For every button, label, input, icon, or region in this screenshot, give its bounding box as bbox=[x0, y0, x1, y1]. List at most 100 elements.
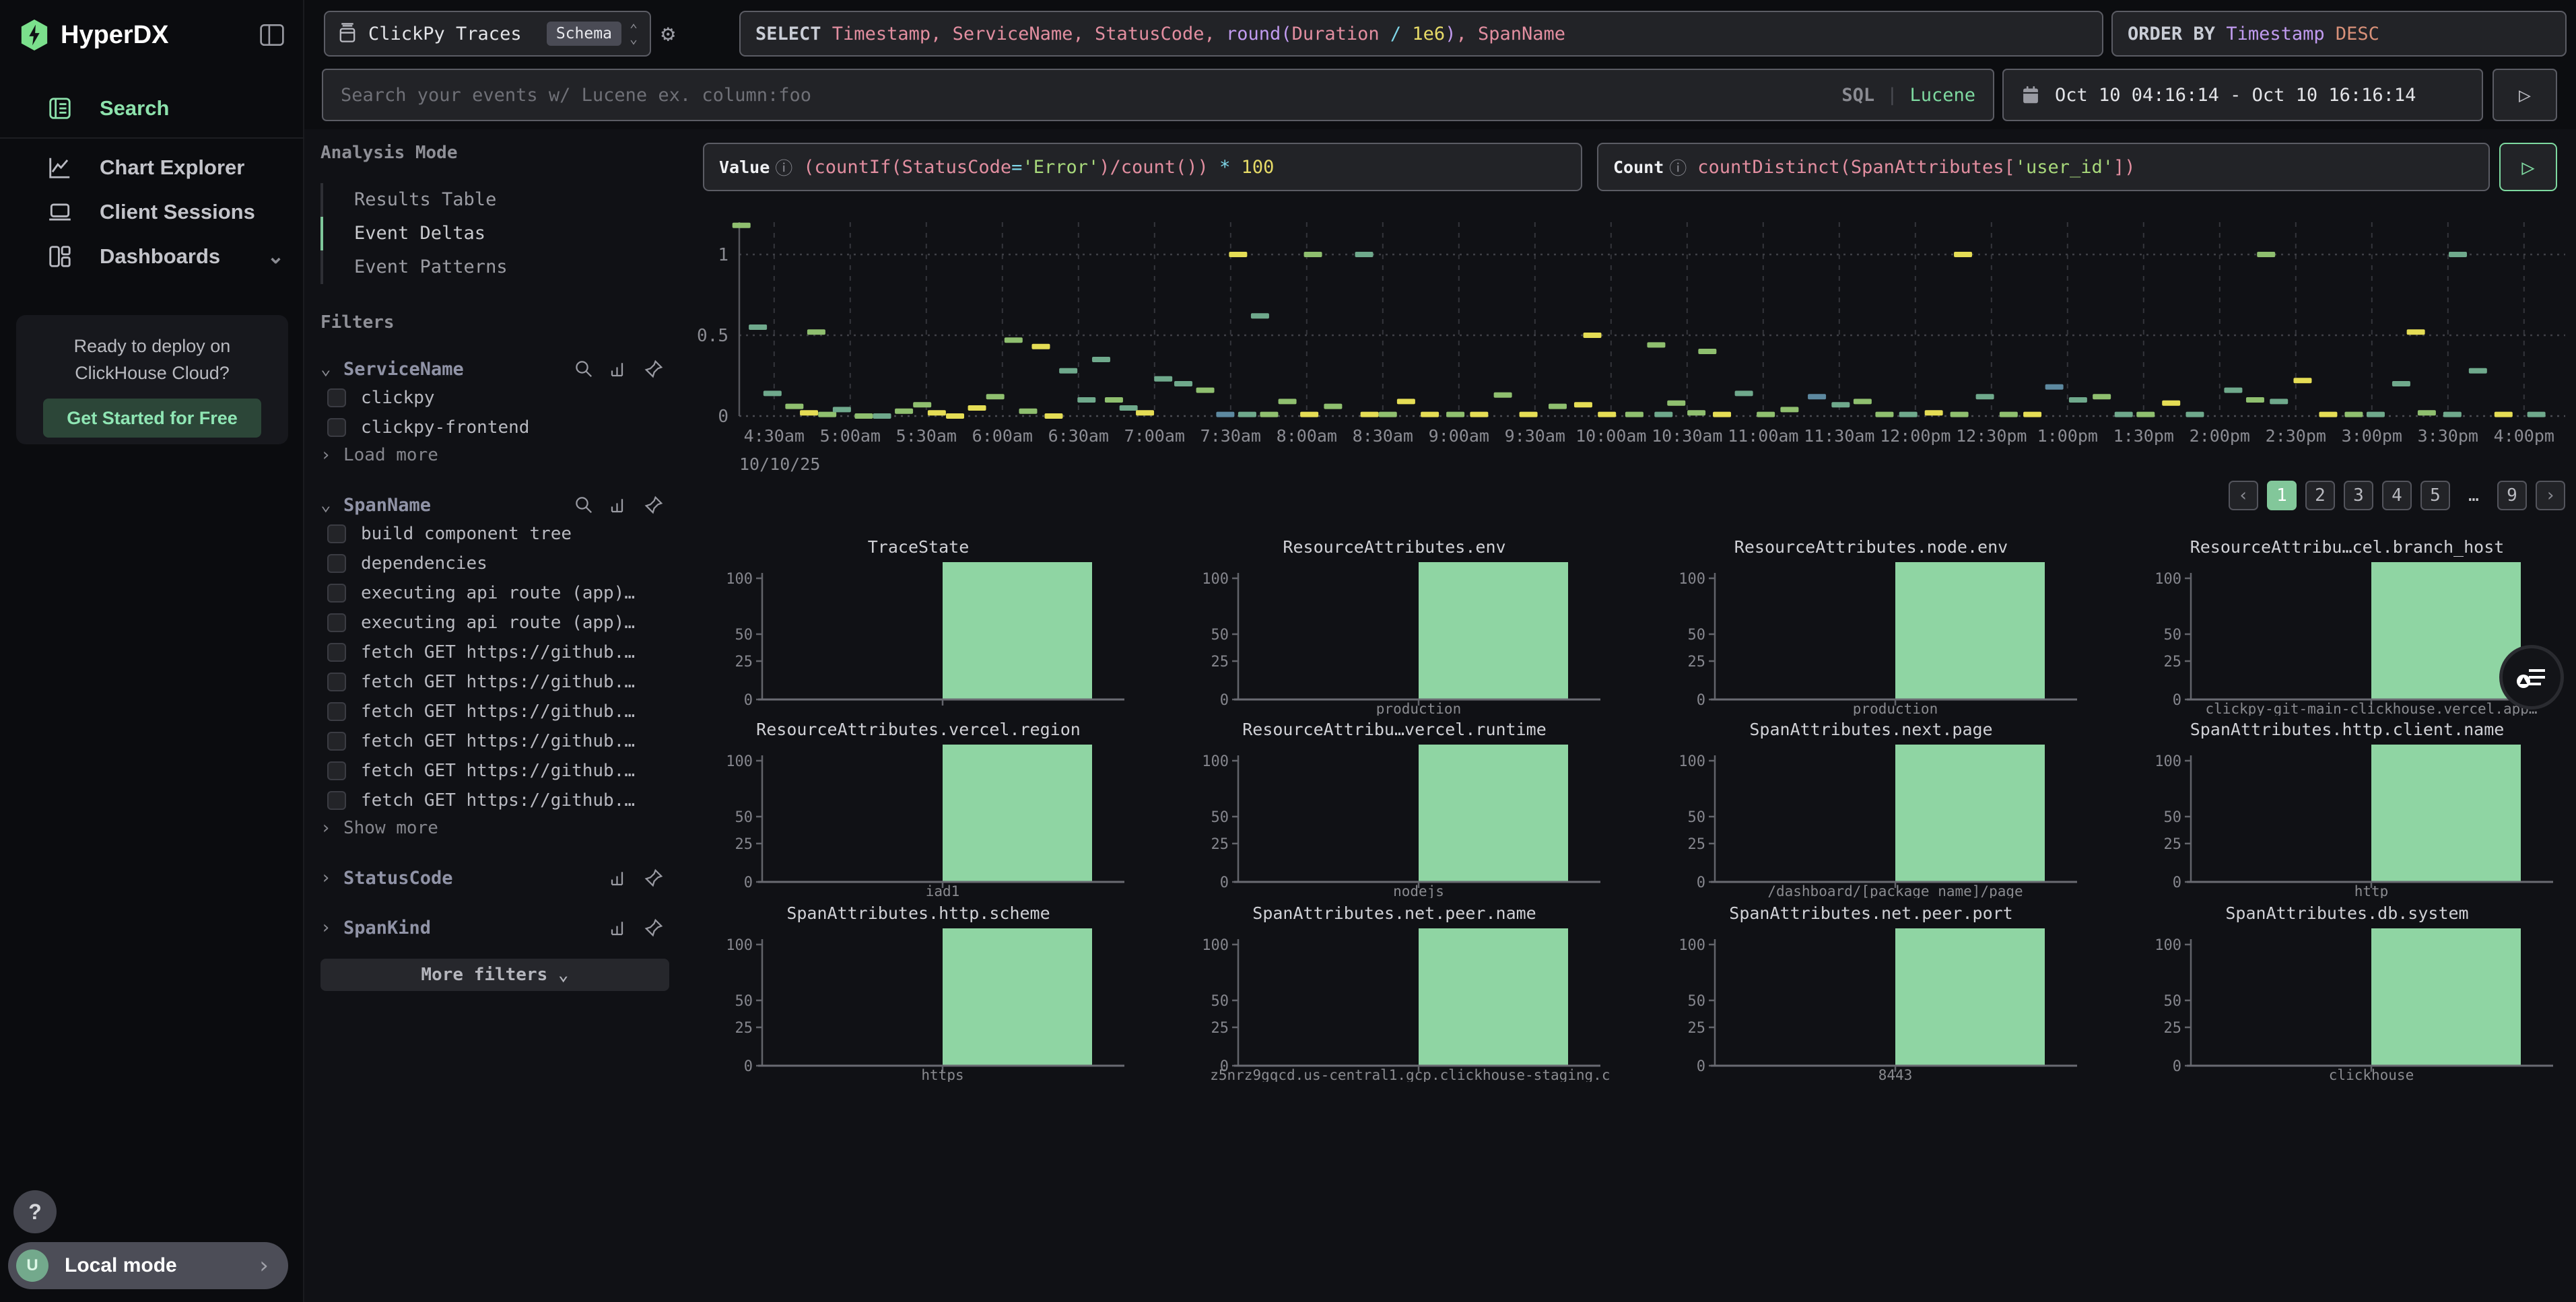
analysis-mode-event-patterns[interactable]: Event Patterns bbox=[320, 250, 664, 284]
analysis-mode-event-deltas[interactable]: Event Deltas bbox=[320, 217, 664, 250]
chevron-right-icon[interactable]: › bbox=[320, 918, 343, 938]
search-icon[interactable] bbox=[574, 359, 594, 379]
bar-chart-icon[interactable] bbox=[609, 918, 629, 938]
nav-divider bbox=[0, 137, 304, 139]
chevron-right-icon: › bbox=[320, 818, 343, 838]
svg-text:50: 50 bbox=[2164, 809, 2182, 826]
svg-text:100: 100 bbox=[726, 753, 753, 770]
sidebar-item-client-sessions[interactable]: Client Sessions bbox=[0, 190, 304, 234]
svg-text:/dashboard/[package_name]/page: /dashboard/[package_name]/page bbox=[1767, 883, 2023, 898]
bar-chart-icon[interactable] bbox=[609, 359, 629, 379]
svg-text:SpanAttributes.db.system: SpanAttributes.db.system bbox=[2225, 903, 2468, 923]
filter-value-row: fetch GET https://github.… bbox=[320, 727, 664, 755]
select-query-input[interactable]: SELECT Timestamp, ServiceName, StatusCod… bbox=[739, 11, 2103, 57]
filter-value-label[interactable]: clickpy-frontend bbox=[361, 417, 529, 438]
sidebar-nav: Search Chart Explorer Client SessionsDashb… bbox=[0, 86, 304, 279]
local-mode-label: Local mode bbox=[65, 1254, 257, 1277]
filter-value-label[interactable]: fetch GET https://github.… bbox=[361, 731, 635, 751]
svg-text:ResourceAttributes.env: ResourceAttributes.env bbox=[1283, 537, 1505, 557]
filter-value-label[interactable]: fetch GET https://github.… bbox=[361, 701, 635, 722]
more-filters-button[interactable]: More filters ⌄ bbox=[320, 959, 669, 991]
filter-group-name[interactable]: SpanName bbox=[343, 495, 574, 516]
filter-value-label[interactable]: build component tree bbox=[361, 524, 572, 544]
checkbox[interactable] bbox=[327, 388, 346, 407]
load-more-link[interactable]: ›Load more bbox=[320, 442, 664, 469]
filter-value-label[interactable]: fetch GET https://github.… bbox=[361, 642, 635, 662]
svg-text:5:30am: 5:30am bbox=[896, 426, 957, 446]
bar-chart-icon[interactable] bbox=[609, 495, 629, 515]
order-by-input[interactable]: ORDER BY Timestamp DESC bbox=[2111, 11, 2567, 57]
filter-group-name[interactable]: StatusCode bbox=[343, 868, 609, 889]
page-button-3[interactable]: 3 bbox=[2344, 481, 2373, 510]
checkbox[interactable] bbox=[327, 418, 346, 437]
page-button-2[interactable]: 2 bbox=[2305, 481, 2335, 510]
filter-group-name[interactable]: SpanKind bbox=[343, 918, 609, 938]
svg-text:0: 0 bbox=[1220, 692, 1229, 709]
filter-value-label[interactable]: executing api route (app)… bbox=[361, 613, 635, 633]
value-label: Value bbox=[719, 158, 770, 177]
page-prev-button[interactable]: ‹ bbox=[2229, 481, 2258, 510]
svg-text:50: 50 bbox=[1211, 809, 1229, 826]
checkbox[interactable] bbox=[327, 584, 346, 603]
svg-text:SpanAttributes.http.scheme: SpanAttributes.http.scheme bbox=[786, 903, 1050, 923]
checkbox[interactable] bbox=[327, 613, 346, 632]
help-button[interactable]: ? bbox=[13, 1190, 57, 1233]
svg-text:100: 100 bbox=[1202, 937, 1229, 954]
filter-value-label[interactable]: fetch GET https://github.… bbox=[361, 672, 635, 692]
pin-icon[interactable] bbox=[644, 868, 664, 888]
sidebar-item-chart-explorer[interactable]: Chart Explorer bbox=[0, 145, 304, 190]
checkbox[interactable] bbox=[327, 673, 346, 691]
collapse-sidebar-icon[interactable] bbox=[259, 23, 285, 47]
bar-chart-icon[interactable] bbox=[609, 868, 629, 888]
filter-value-label[interactable]: fetch GET https://github.… bbox=[361, 761, 635, 781]
filter-value-label[interactable]: executing api route (app)… bbox=[361, 583, 635, 603]
filter-group-name[interactable]: ServiceName bbox=[343, 359, 574, 380]
user-menu[interactable]: U Local mode › bbox=[8, 1242, 288, 1289]
pin-icon[interactable] bbox=[644, 359, 664, 379]
show-more-link[interactable]: ›Show more bbox=[320, 815, 664, 842]
value-expression-input[interactable]: Value ⓘ (countIf(StatusCode='Error')/cou… bbox=[703, 143, 1582, 191]
chevron-down-icon[interactable]: ⌄ bbox=[320, 359, 343, 379]
page-next-button[interactable]: › bbox=[2536, 481, 2565, 510]
mini-chart-spanattributes-db-system: SpanAttributes.db.system10050250clickhou… bbox=[2152, 901, 2563, 1082]
search-run-button[interactable]: ▷ bbox=[2493, 69, 2557, 121]
filter-value-label[interactable]: dependencies bbox=[361, 553, 487, 574]
run-query-button[interactable]: ▷ bbox=[2499, 143, 2557, 191]
page-button-4[interactable]: 4 bbox=[2382, 481, 2412, 510]
checkbox[interactable] bbox=[327, 791, 346, 810]
search-icon[interactable] bbox=[574, 495, 594, 515]
chevron-right-icon[interactable]: › bbox=[320, 868, 343, 888]
pin-icon[interactable] bbox=[644, 918, 664, 938]
checkbox[interactable] bbox=[327, 524, 346, 543]
page-button-9[interactable]: 9 bbox=[2497, 481, 2527, 510]
lucene-mode-button[interactable]: Lucene bbox=[1909, 85, 1975, 106]
svg-text:0: 0 bbox=[2173, 692, 2181, 709]
filter-value-label[interactable]: clickpy bbox=[361, 388, 435, 408]
svg-text:0: 0 bbox=[1697, 692, 1705, 709]
logo-row: HyperDX bbox=[0, 0, 304, 70]
svg-text:ResourceAttribu…vercel.runtime: ResourceAttribu…vercel.runtime bbox=[1242, 720, 1547, 739]
analysis-mode-results-table[interactable]: Results Table bbox=[320, 183, 664, 217]
checkbox[interactable] bbox=[327, 554, 346, 573]
count-expression-input[interactable]: Count ⓘ countDistinct(SpanAttributes['us… bbox=[1597, 143, 2490, 191]
sidebar-item-label: Chart Explorer bbox=[100, 156, 244, 180]
mini-chart-spanattributes-net-peer-name: SpanAttributes.net.peer.name10050250z5nr… bbox=[1199, 901, 1610, 1082]
checkbox[interactable] bbox=[327, 732, 346, 751]
svg-text:4:30am: 4:30am bbox=[744, 426, 805, 446]
checkbox[interactable] bbox=[327, 702, 346, 721]
checkbox[interactable] bbox=[327, 643, 346, 662]
filter-value-label[interactable]: fetch GET https://github.… bbox=[361, 790, 635, 811]
svg-text:6:30am: 6:30am bbox=[1048, 426, 1109, 446]
page-button-5[interactable]: 5 bbox=[2420, 481, 2450, 510]
sidebar-item-dashboards[interactable]: Dashboards⌄ bbox=[0, 234, 304, 279]
page-button-1[interactable]: 1 bbox=[2267, 481, 2297, 510]
svg-text:100: 100 bbox=[1202, 571, 1229, 588]
floating-filter-button[interactable] bbox=[2499, 645, 2564, 710]
checkbox[interactable] bbox=[327, 761, 346, 780]
sidebar-item-search[interactable]: Search bbox=[0, 86, 304, 131]
pin-icon[interactable] bbox=[644, 495, 664, 515]
sql-mode-button[interactable]: SQL bbox=[1841, 85, 1874, 106]
get-started-button[interactable]: Get Started for Free bbox=[43, 399, 261, 438]
time-range-picker[interactable]: Oct 10 04:16:14 - Oct 10 16:16:14 bbox=[2002, 69, 2483, 121]
chevron-down-icon[interactable]: ⌄ bbox=[320, 495, 343, 515]
